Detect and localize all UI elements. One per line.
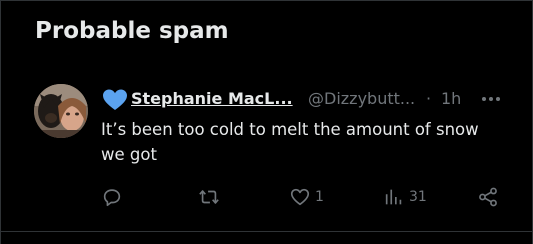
like-button[interactable]: 1	[289, 182, 324, 212]
section-title: Probable spam	[35, 18, 229, 44]
like-icon	[289, 186, 311, 208]
views-icon	[383, 186, 405, 208]
blue-heart-icon	[103, 89, 127, 111]
share-icon	[477, 186, 499, 208]
tweet-header: Stephanie MacL... @Dizzybutt... · 1h	[103, 87, 503, 111]
user-handle[interactable]: @Dizzybutt...	[308, 87, 415, 111]
display-name[interactable]: Stephanie MacL...	[131, 87, 293, 111]
reply-icon	[101, 186, 123, 208]
retweet-button[interactable]	[198, 182, 220, 212]
bottom-divider	[0, 231, 533, 232]
avatar[interactable]	[34, 84, 88, 138]
more-horizontal-icon[interactable]	[481, 91, 501, 107]
top-divider	[0, 0, 533, 1]
share-button[interactable]	[477, 182, 499, 212]
views-button[interactable]: 31	[383, 182, 427, 212]
timestamp[interactable]: 1h	[441, 87, 461, 111]
like-count: 1	[315, 189, 324, 205]
reply-button[interactable]	[101, 182, 123, 212]
retweet-icon	[198, 186, 220, 208]
tweet-actions: 1 31	[0, 182, 533, 212]
tweet-text: It’s been too cold to melt the amount of…	[101, 120, 479, 164]
separator-dot: ·	[426, 89, 432, 108]
view-count: 31	[409, 189, 427, 205]
